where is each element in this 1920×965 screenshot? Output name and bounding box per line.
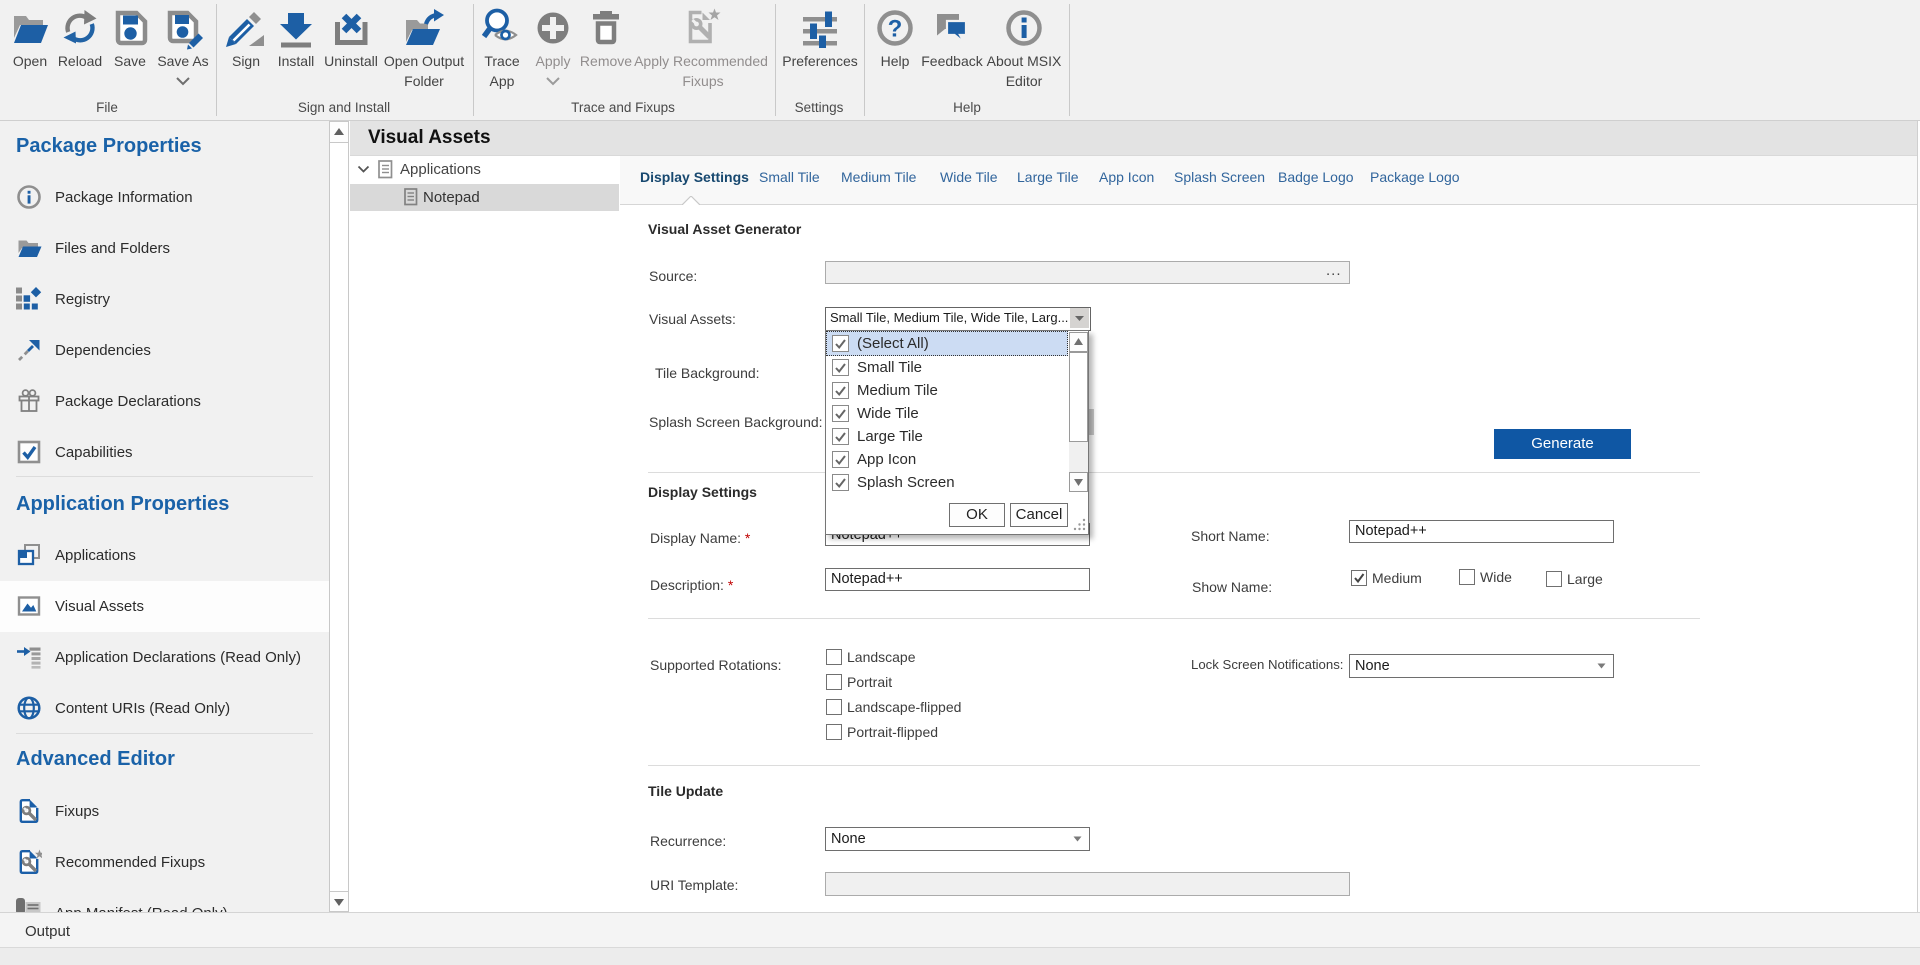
svg-text:?: ?: [888, 16, 903, 43]
